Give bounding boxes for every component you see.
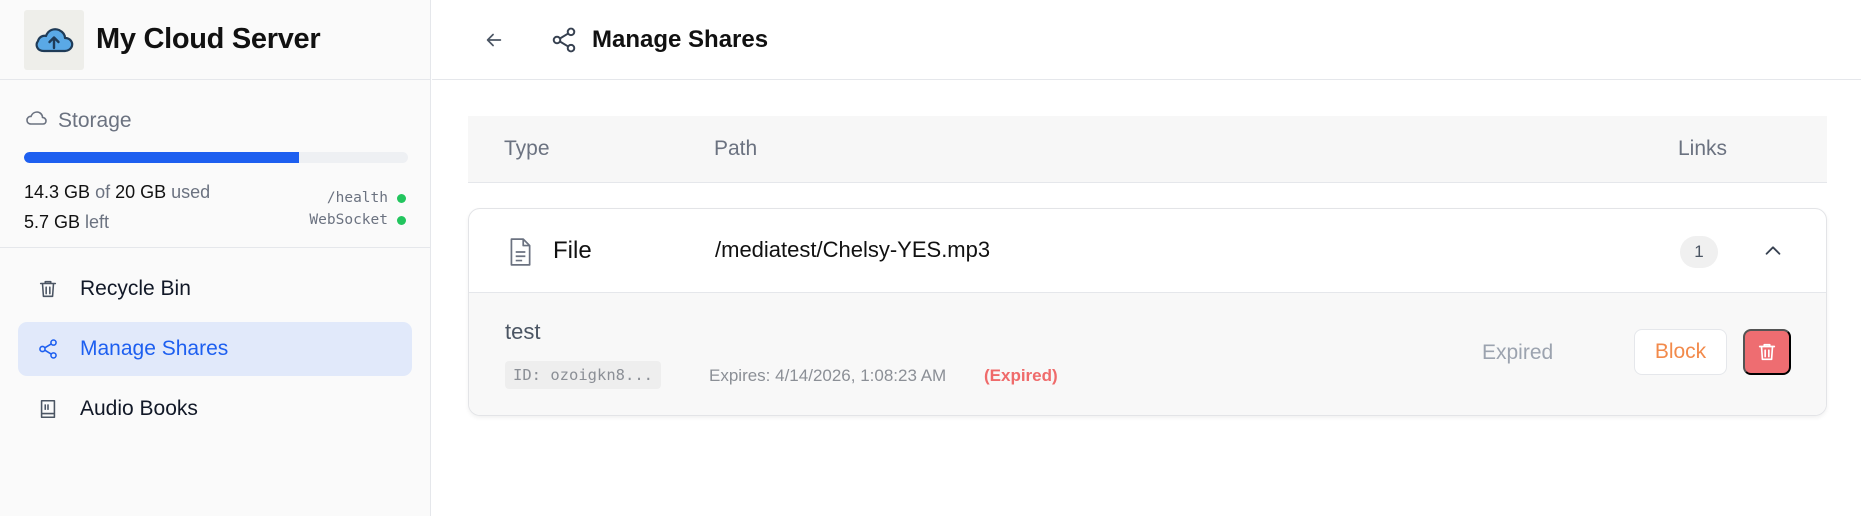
share-icon	[36, 337, 60, 361]
health-label: /health	[326, 190, 388, 206]
main-content: Manage Shares Type Path Links File /medi…	[432, 0, 1861, 516]
sidebar-item-label: Audio Books	[80, 397, 198, 420]
sidebar: My Cloud Server Storage 14.3 GB of 20 GB…	[0, 0, 431, 516]
collapse-button[interactable]	[1755, 233, 1791, 269]
page-title: Manage Shares	[592, 25, 769, 53]
arrow-left-icon	[486, 33, 502, 46]
expired-tag: (Expired)	[984, 366, 1058, 385]
sidebar-item-audio-books[interactable]: Audio Books	[18, 382, 412, 436]
cloud-upload-logo-icon	[24, 9, 84, 70]
health-status-dot-icon	[397, 193, 406, 203]
link-count-badge: 1	[1680, 236, 1718, 268]
storage-progress-fill	[24, 152, 299, 163]
storage-header: Storage	[24, 106, 406, 136]
websocket-status-dot-icon	[397, 215, 406, 225]
share-card: File /mediatest/Chelsy-YES.mp3 1 test ID…	[468, 208, 1827, 416]
storage-total-value: 20 GB	[115, 182, 167, 202]
cloud-icon	[24, 106, 48, 136]
delete-button[interactable]	[1743, 329, 1791, 375]
storage-left-value: 5.7 GB	[24, 212, 81, 232]
trash-icon	[36, 277, 60, 301]
link-expires: Expires: 4/14/2026, 1:08:23 AM	[709, 366, 947, 385]
storage-left-text: left	[85, 212, 110, 232]
book-icon	[36, 397, 60, 421]
link-status: Expired	[1482, 341, 1554, 364]
sidebar-item-recycle-bin[interactable]: Recycle Bin	[18, 262, 412, 316]
sidebar-item-label: Manage Shares	[80, 337, 229, 360]
trash-icon	[1758, 343, 1776, 361]
storage-panel: Storage 14.3 GB of 20 GB used 5.7 GB lef…	[0, 80, 430, 248]
websocket-label: WebSocket	[309, 212, 388, 228]
link-id: ID: ozoigkn8...	[505, 361, 661, 389]
storage-used-value: 14.3 GB	[24, 182, 91, 202]
column-header-links: Links	[1678, 137, 1728, 160]
table-header: Type Path Links	[468, 116, 1827, 183]
sidebar-item-label: Recycle Bin	[80, 277, 191, 300]
table-row: File /mediatest/Chelsy-YES.mp3 1	[469, 209, 1826, 293]
connection-status: /health WebSocket	[309, 187, 406, 231]
column-header-type: Type	[504, 137, 550, 160]
brand-header: My Cloud Server	[0, 0, 430, 80]
app-title: My Cloud Server	[96, 23, 321, 55]
sidebar-item-manage-shares[interactable]: Manage Shares	[18, 322, 412, 376]
page-header: Manage Shares	[432, 0, 1861, 80]
storage-of-text: of	[95, 182, 111, 202]
share-icon	[550, 26, 578, 54]
sidebar-nav: Recycle Bin Manage Shares Audio Books	[0, 248, 430, 436]
share-path: /mediatest/Chelsy-YES.mp3	[715, 237, 991, 262]
health-status: /health	[309, 187, 406, 209]
storage-progress-bar	[24, 152, 408, 163]
file-icon	[507, 237, 533, 272]
list-item: test ID: ozoigkn8... Expires: 4/14/2026,…	[469, 293, 1826, 415]
block-button[interactable]: Block	[1634, 329, 1727, 375]
link-name: test	[505, 319, 541, 344]
websocket-status: WebSocket	[309, 209, 406, 231]
column-header-path: Path	[714, 137, 758, 160]
shares-table: Type Path Links File /mediatest/Chelsy-Y…	[468, 116, 1827, 416]
storage-used-text: used	[171, 182, 211, 202]
storage-label: Storage	[58, 109, 132, 132]
chevron-up-icon	[1765, 246, 1781, 255]
back-button[interactable]	[478, 24, 510, 56]
share-type: File	[553, 237, 592, 264]
